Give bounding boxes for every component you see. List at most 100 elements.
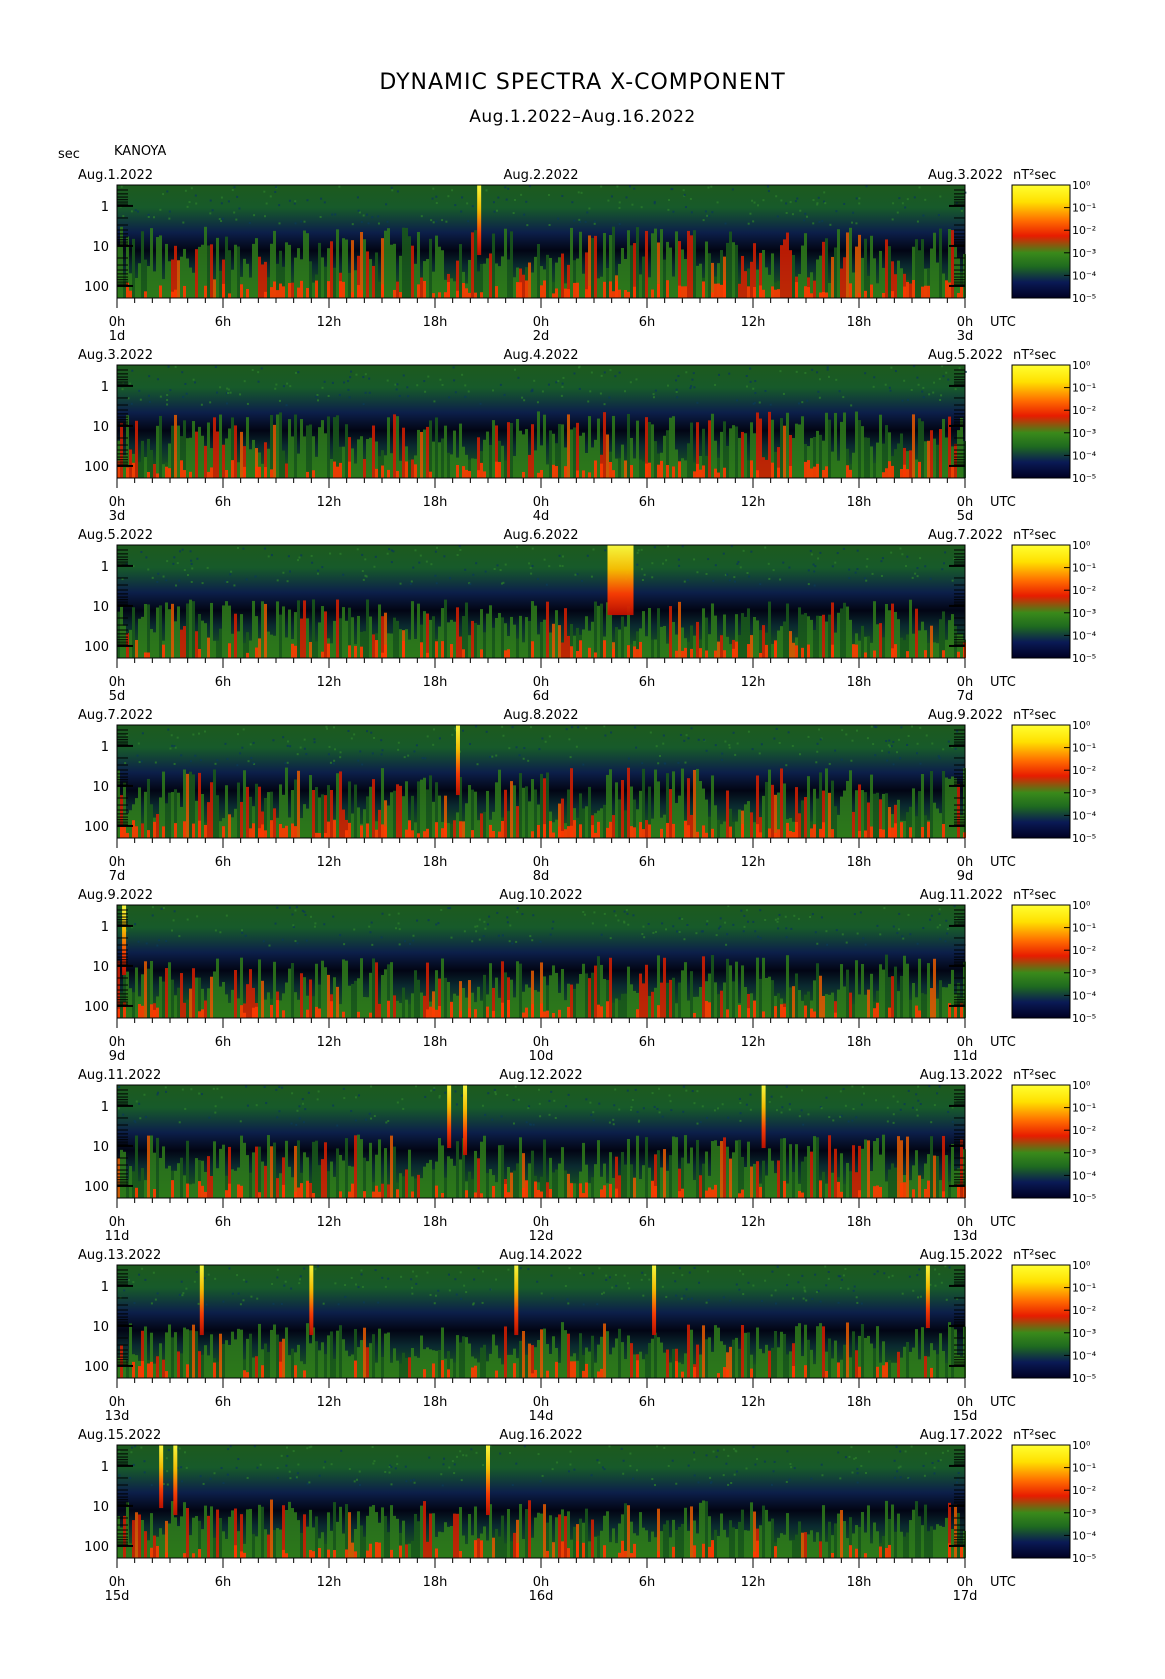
spectral-spike <box>925 1265 930 1329</box>
x-axis-unit: UTC <box>990 315 1016 330</box>
spectral-spike <box>455 725 460 796</box>
spectrogram-panel: Aug.15.2022 Aug.16.2022 Aug.17.2022 nT²sec 1… <box>78 1428 1097 1604</box>
colorbar-unit: nT²sec <box>1013 1428 1056 1443</box>
x-tick-label: 0h <box>109 315 126 330</box>
spectral-spike <box>761 1085 766 1149</box>
colorbar <box>1011 1444 1071 1559</box>
day-label: 1d <box>109 329 126 344</box>
y-tick-label: 10 <box>92 420 109 435</box>
day-label: 2d <box>533 329 550 344</box>
colorbar <box>1011 1084 1071 1199</box>
day-label: 3d <box>957 329 974 344</box>
spectrogram-panel: Aug.11.2022 Aug.12.2022 Aug.13.2022 nT²sec 1… <box>78 1068 1097 1244</box>
colorbar-tick-label: 10⁰ <box>1072 539 1091 552</box>
x-tick-label: 12h <box>741 1575 766 1590</box>
day-label: 15d <box>105 1589 130 1604</box>
colorbar-tick-label: 10⁻¹ <box>1072 1102 1096 1115</box>
dynamic-spectra-chart: Aug.1.2022 Aug.2.2022 Aug.3.2022 nT²sec 1 10 1… <box>78 168 1097 1604</box>
x-tick-label: 0h <box>109 1395 126 1410</box>
spectrogram-panel: Aug.9.2022 Aug.10.2022 Aug.11.2022 nT²sec11… <box>78 888 1097 1064</box>
spectrogram-panel: Aug.13.2022 Aug.14.2022 Aug.15.2022 nT²sec 1… <box>78 1248 1097 1424</box>
colorbar-tick-label: 10⁻⁴ <box>1072 1349 1097 1362</box>
spectral-spike <box>199 1265 204 1336</box>
x-tick-label: 18h <box>847 495 872 510</box>
x-tick-label: 18h <box>847 1215 872 1230</box>
panel-right-date: Aug.5.2022 <box>928 348 1003 363</box>
panel-mid-date: Aug.8.2022 <box>503 708 578 723</box>
colorbar-tick-label: 10⁻⁵ <box>1072 1372 1096 1385</box>
colorbar-tick-label: 10⁻⁵ <box>1072 1552 1096 1565</box>
x-tick-label: 0h <box>533 1575 550 1590</box>
colorbar <box>1011 724 1071 839</box>
colorbar-tick-label: 10⁻⁵ <box>1072 292 1096 305</box>
x-tick-label: 0h <box>533 1215 550 1230</box>
y-tick-label: 10 <box>92 240 109 255</box>
x-axis-unit: UTC <box>990 1035 1016 1050</box>
x-tick-label: 0h <box>533 855 550 870</box>
day-label: 5d <box>957 509 974 524</box>
colorbar-tick-label: 10⁻² <box>1072 404 1096 417</box>
panel-right-date: Aug.17.2022 <box>920 1428 1003 1443</box>
x-tick-label: 18h <box>847 855 872 870</box>
panel-mid-date: Aug.14.2022 <box>499 1248 582 1263</box>
colorbar-tick-label: 10⁻¹ <box>1072 562 1096 575</box>
day-label: 15d <box>953 1409 978 1424</box>
x-tick-label: 6h <box>215 495 232 510</box>
colorbar-tick-label: 10⁻³ <box>1072 247 1096 260</box>
x-tick-label: 0h <box>533 315 550 330</box>
x-tick-label: 18h <box>847 675 872 690</box>
day-label: 8d <box>533 869 550 884</box>
x-tick-label: 0h <box>957 495 974 510</box>
colorbar-unit: nT²sec <box>1013 168 1056 183</box>
colorbar-tick-label: 10⁻² <box>1072 1124 1096 1137</box>
colorbar-tick-label: 10⁻⁵ <box>1072 472 1096 485</box>
y-tick-label: 100 <box>84 820 109 835</box>
y-tick-label: 1 <box>101 1460 109 1475</box>
y-tick-label: 100 <box>84 1360 109 1375</box>
x-tick-label: 6h <box>639 1215 656 1230</box>
x-tick-label: 18h <box>423 1215 448 1230</box>
y-tick-label: 1 <box>101 1280 109 1295</box>
panel-left-date: Aug.15.2022 <box>78 1428 161 1443</box>
panel-left-date: Aug.13.2022 <box>78 1248 161 1263</box>
panel-right-date: Aug.15.2022 <box>920 1248 1003 1263</box>
panel-mid-date: Aug.2.2022 <box>503 168 578 183</box>
y-tick-label: 10 <box>92 960 109 975</box>
x-tick-label: 0h <box>109 1035 126 1050</box>
x-tick-label: 12h <box>317 315 342 330</box>
x-tick-label: 12h <box>317 855 342 870</box>
colorbar <box>1011 1264 1071 1379</box>
spectral-spike <box>173 1445 178 1516</box>
day-label: 17d <box>953 1589 978 1604</box>
colorbar-tick-label: 10⁰ <box>1072 899 1091 912</box>
panel-right-date: Aug.7.2022 <box>928 528 1003 543</box>
spectral-spike <box>447 1085 452 1149</box>
spectral-spike <box>309 1265 314 1336</box>
colorbar-tick-label: 10⁰ <box>1072 1439 1091 1452</box>
day-label: 13d <box>953 1229 978 1244</box>
panel-right-date: Aug.11.2022 <box>920 888 1003 903</box>
x-tick-label: 6h <box>639 855 656 870</box>
day-label: 7d <box>109 869 126 884</box>
panel-right-date: Aug.9.2022 <box>928 708 1003 723</box>
y-tick-label: 100 <box>84 1540 109 1555</box>
colorbar-tick-label: 10⁻² <box>1072 584 1096 597</box>
day-label: 3d <box>109 509 126 524</box>
x-tick-label: 12h <box>741 315 766 330</box>
colorbar-tick-label: 10⁻² <box>1072 224 1096 237</box>
colorbar-tick-label: 10⁻² <box>1072 1304 1096 1317</box>
x-tick-label: 6h <box>215 1395 232 1410</box>
colorbar-tick-label: 10⁰ <box>1072 1079 1091 1092</box>
spectrogram-panel: Aug.3.2022 Aug.4.2022 Aug.5.2022 nT²sec 1 10 1… <box>78 348 1097 524</box>
colorbar-tick-label: 10⁻¹ <box>1072 1462 1096 1475</box>
x-tick-label: 0h <box>957 1395 974 1410</box>
colorbar-tick-label: 10⁻⁴ <box>1072 269 1097 282</box>
colorbar-tick-label: 10⁻⁵ <box>1072 1192 1096 1205</box>
x-tick-label: 12h <box>317 1215 342 1230</box>
y-tick-label: 10 <box>92 600 109 615</box>
x-tick-label: 0h <box>109 855 126 870</box>
day-label: 6d <box>533 689 550 704</box>
colorbar-tick-label: 10⁻⁴ <box>1072 449 1097 462</box>
colorbar-unit: nT²sec <box>1013 888 1056 903</box>
x-tick-label: 6h <box>639 1395 656 1410</box>
